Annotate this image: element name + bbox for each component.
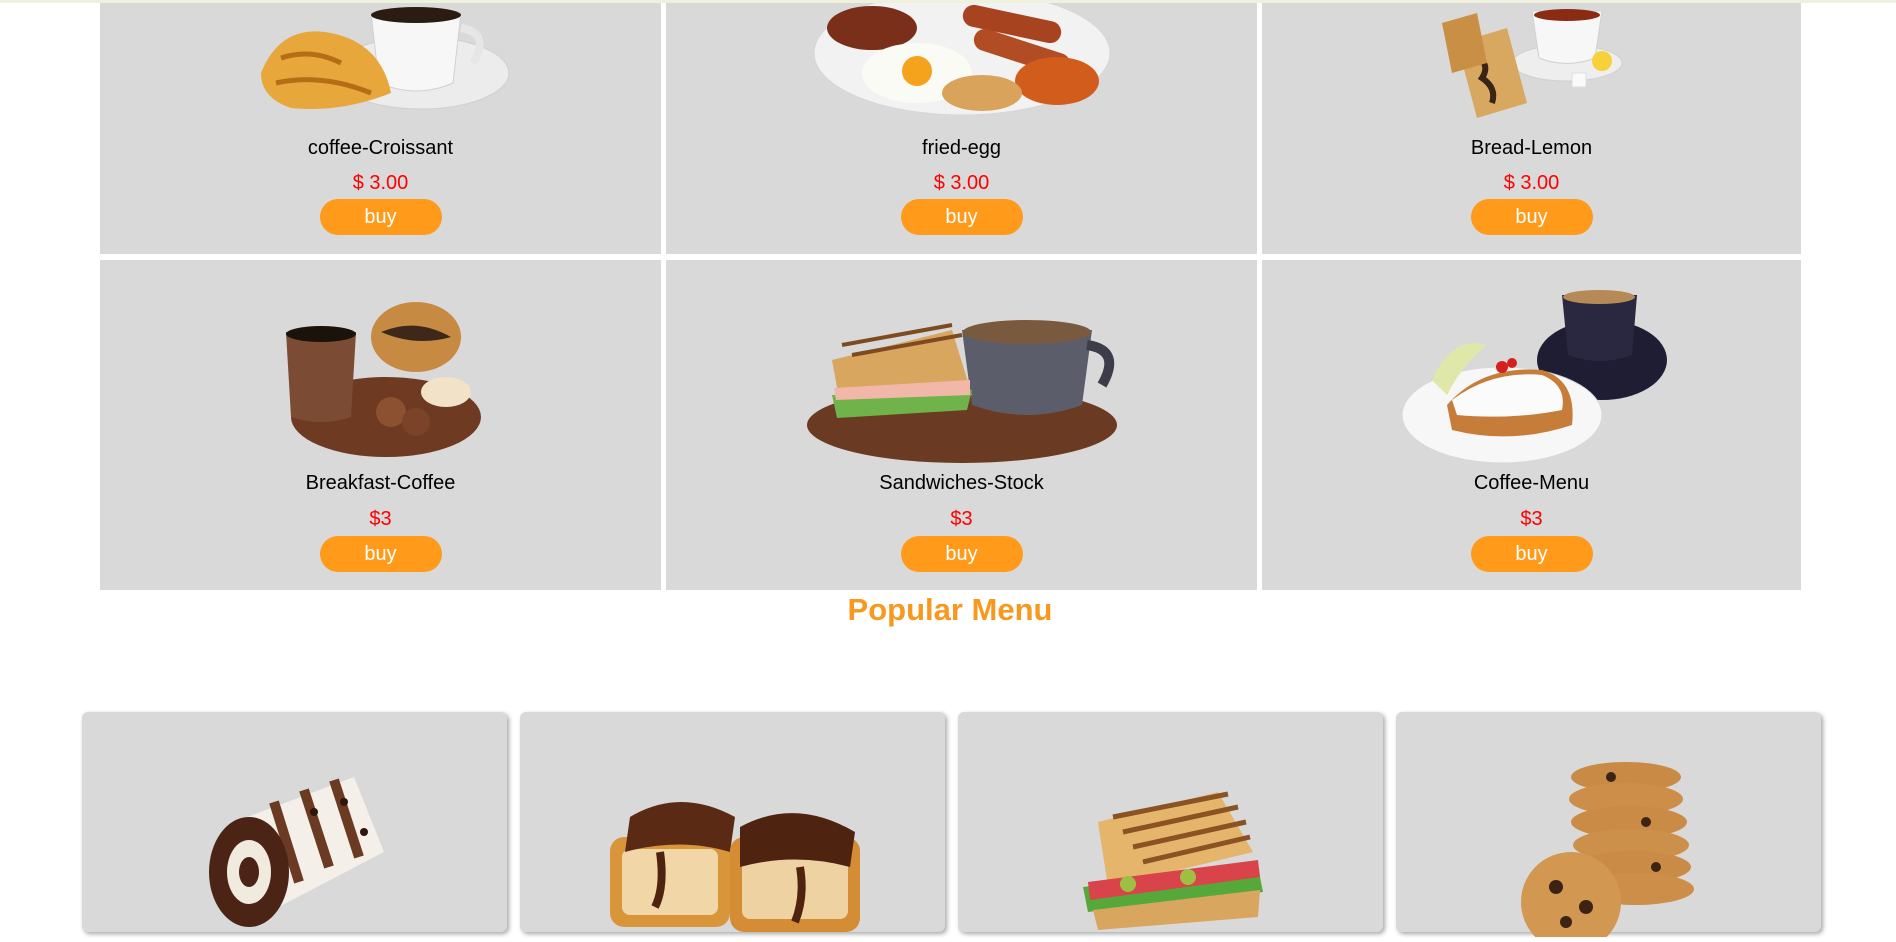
buy-button[interactable]: buy bbox=[900, 199, 1023, 235]
item-name: Coffee-Menu bbox=[1473, 472, 1590, 494]
popular-menu-title: Popular Menu bbox=[847, 592, 1053, 627]
item-price: $3 bbox=[1520, 508, 1543, 530]
item-name: fried-egg bbox=[922, 137, 1001, 159]
popular-card-cookies[interactable] bbox=[1396, 712, 1821, 937]
chocolate-bread-image bbox=[610, 802, 860, 932]
menu-card-coffee-croissant: coffee-Croissant $ 3.00 buy bbox=[100, 3, 661, 254]
coffee-croissant-image bbox=[100, 3, 661, 115]
item-price: $ 3.00 bbox=[352, 172, 409, 194]
menu-card-bread-lemon: Bread-Lemon $ 3.00 buy bbox=[1262, 3, 1801, 254]
item-price: $ 3.00 bbox=[1503, 172, 1560, 194]
grilled-sandwich-image bbox=[1083, 791, 1263, 930]
menu-card-fried-egg: fried-egg $ 3.00 buy bbox=[666, 3, 1257, 254]
item-name: Breakfast-Coffee bbox=[305, 472, 456, 494]
popular-card-grilled-sandwich[interactable] bbox=[958, 712, 1383, 932]
item-name: Sandwiches-Stock bbox=[879, 472, 1044, 494]
cookie-stack-image bbox=[1521, 762, 1694, 937]
breakfast-coffee-image bbox=[100, 292, 661, 462]
buy-button[interactable]: buy bbox=[319, 536, 442, 572]
chocolate-roll-cake-image bbox=[209, 777, 384, 927]
item-price: $3 bbox=[950, 508, 973, 530]
buy-button[interactable]: buy bbox=[1470, 536, 1593, 572]
menu-card-coffee-menu: Coffee-Menu $3 buy bbox=[1262, 260, 1801, 590]
bread-lemon-tea-image bbox=[1262, 3, 1801, 121]
buy-button[interactable]: buy bbox=[1470, 199, 1593, 235]
item-name: coffee-Croissant bbox=[307, 137, 454, 159]
buy-button[interactable]: buy bbox=[900, 536, 1023, 572]
fried-egg-breakfast-image bbox=[666, 3, 1257, 115]
item-name: Bread-Lemon bbox=[1470, 137, 1593, 159]
menu-card-sandwiches-stock: Sandwiches-Stock $3 buy bbox=[666, 260, 1257, 590]
item-price: $3 bbox=[369, 508, 392, 530]
popular-card-chocolate-roll[interactable] bbox=[82, 712, 507, 932]
sandwich-coffee-image bbox=[666, 300, 1257, 465]
buy-button[interactable]: buy bbox=[319, 199, 442, 235]
popular-card-chocolate-bread[interactable] bbox=[520, 712, 945, 932]
item-price: $ 3.00 bbox=[933, 172, 990, 194]
menu-card-breakfast-coffee: Breakfast-Coffee $3 buy bbox=[100, 260, 661, 590]
strudel-coffee-image bbox=[1262, 285, 1801, 470]
